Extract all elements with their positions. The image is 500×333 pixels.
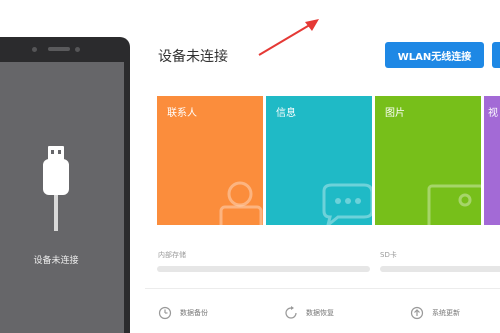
connection-status-title: 设备未连接 xyxy=(158,49,228,65)
footer-divider xyxy=(145,288,500,289)
system-update-label: 系统更新 xyxy=(432,309,460,317)
secondary-connect-button[interactable] xyxy=(492,42,500,68)
phone-mockup: 设备未连接 xyxy=(0,37,130,333)
sd-storage-label: SD卡 xyxy=(380,251,397,259)
phone-status-text: 设备未连接 xyxy=(33,256,79,266)
tile-messages[interactable]: 信息 xyxy=(266,96,372,225)
data-restore-label: 数据恢复 xyxy=(306,309,334,317)
data-restore-action[interactable]: 数据恢复 xyxy=(284,305,334,321)
backup-clock-icon xyxy=(158,306,172,320)
internal-storage-label: 内部存储 xyxy=(158,251,186,259)
tile-video[interactable]: 视 xyxy=(484,96,500,225)
phone-camera-dot xyxy=(75,47,80,52)
picture-frame-icon xyxy=(427,184,481,225)
data-backup-action[interactable]: 数据备份 xyxy=(158,305,208,321)
restore-icon xyxy=(285,306,297,319)
tile-contacts[interactable]: 联系人 xyxy=(157,96,263,225)
tile-label: 图片 xyxy=(385,108,405,119)
data-backup-label: 数据备份 xyxy=(180,309,208,317)
tile-label: 视 xyxy=(488,108,498,119)
sd-storage-bar xyxy=(380,266,500,272)
phone-screen: 设备未连接 xyxy=(0,62,124,333)
internal-storage-bar xyxy=(157,266,370,272)
update-arrow-icon xyxy=(410,306,424,320)
phone-speaker xyxy=(48,47,70,51)
chat-bubbles-icon xyxy=(322,183,372,225)
wlan-connect-button[interactable]: WLAN无线连接 xyxy=(385,42,484,68)
usb-cable-icon xyxy=(43,146,69,231)
phone-sensor-dot xyxy=(32,47,37,52)
tile-label: 联系人 xyxy=(167,108,197,119)
system-update-action[interactable]: 系统更新 xyxy=(410,305,460,321)
contact-card-icon xyxy=(219,181,263,225)
annotation-arrow-icon xyxy=(258,19,319,56)
tile-pictures[interactable]: 图片 xyxy=(375,96,481,225)
tile-label: 信息 xyxy=(276,108,296,119)
